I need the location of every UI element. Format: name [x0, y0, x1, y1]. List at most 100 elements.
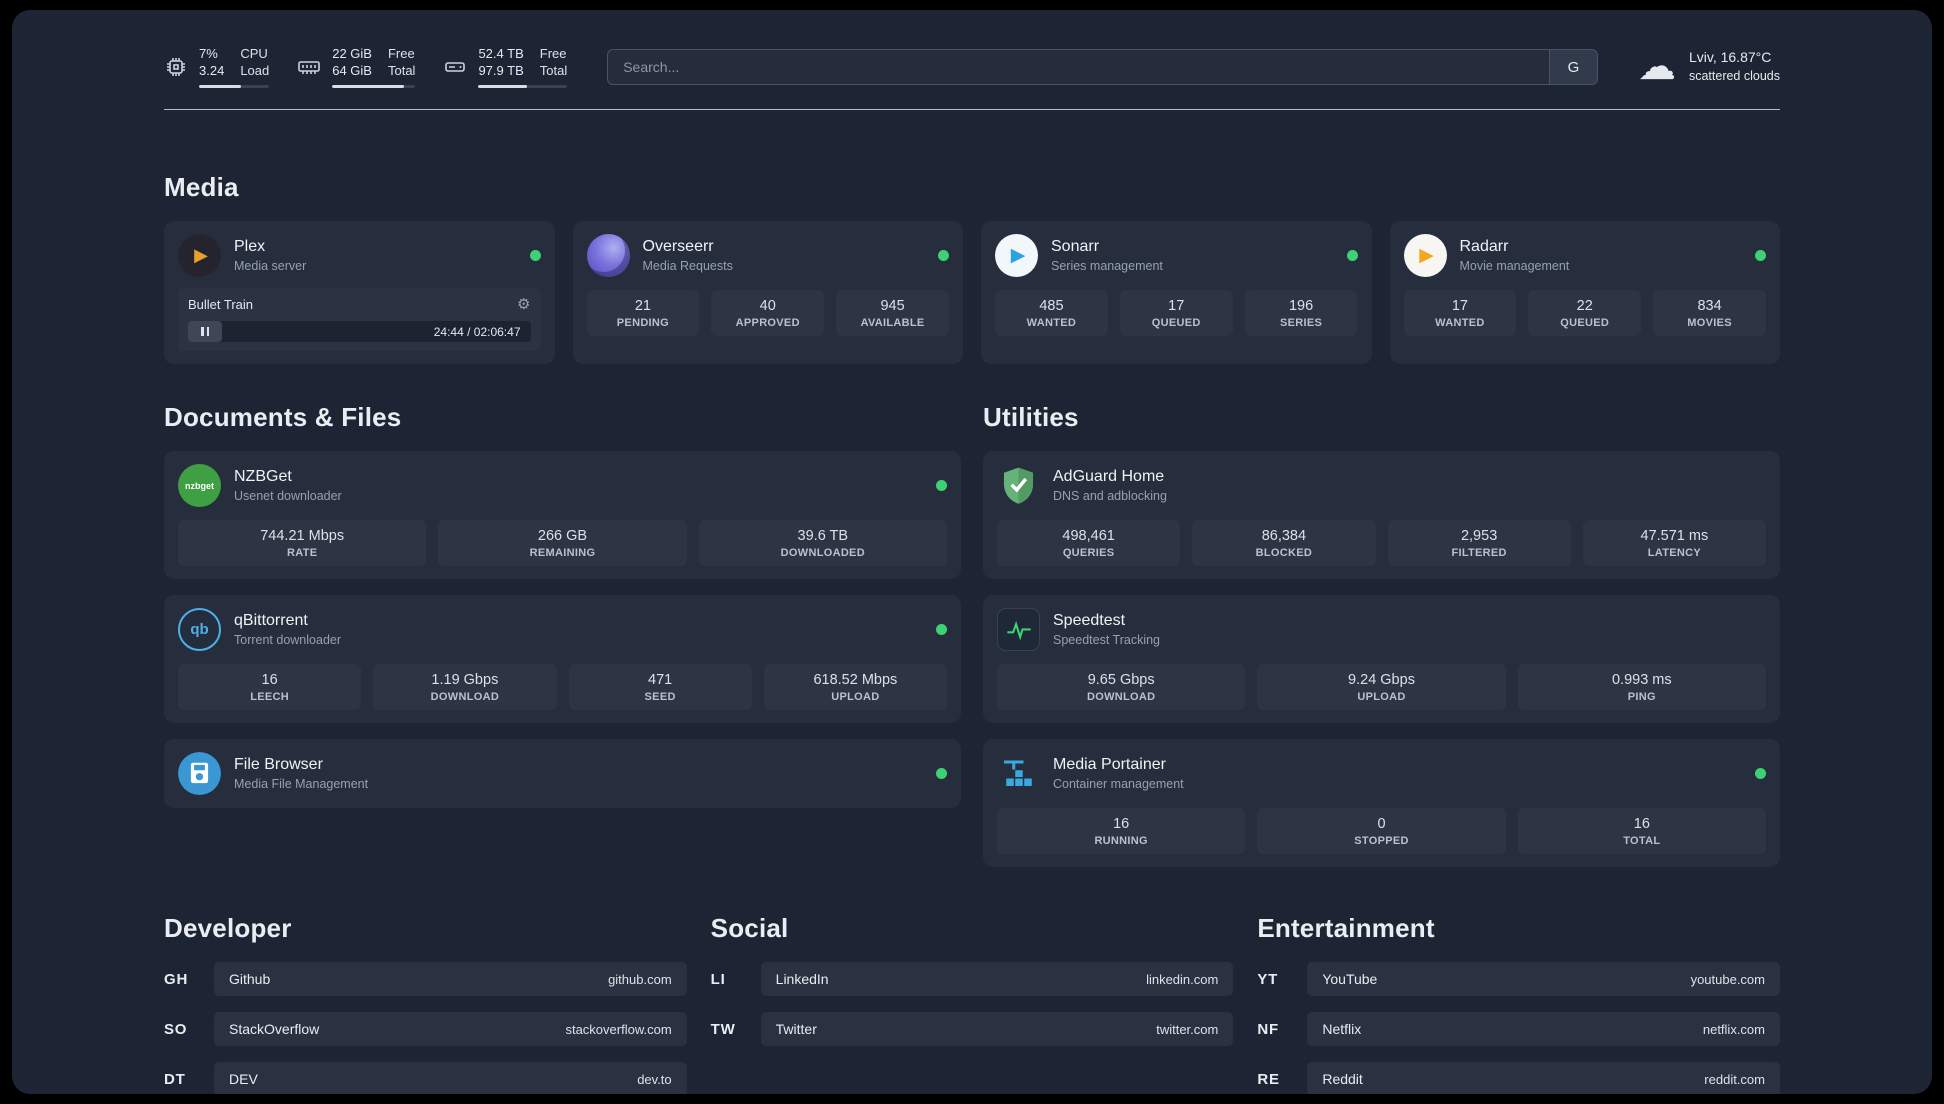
app-card-plex[interactable]: ▶ Plex Media server Bullet Train ⚙ 24:44… [164, 221, 555, 364]
stat-tile: 485 WANTED [995, 290, 1108, 336]
section-title-developer: Developer [164, 913, 292, 943]
bookmark-youtube[interactable]: YT YouTube youtube.com [1257, 962, 1780, 996]
app-name: NZBGet [234, 468, 292, 485]
memory-metric: 22 GiB 64 GiB Free Total [297, 46, 416, 88]
search-engine-button[interactable]: G [1548, 50, 1597, 84]
disk-icon [443, 55, 467, 79]
stat-tile: 618.52 Mbps UPLOAD [763, 664, 947, 710]
app-name: Sonarr [1051, 238, 1100, 255]
app-description: Torrent downloader [234, 633, 342, 647]
app-card-qbittorrent[interactable]: qb qBittorrent Torrent downloader 16 LEE… [164, 595, 961, 723]
bookmark-dev[interactable]: DT DEV dev.to [164, 1062, 687, 1094]
disk-total: 97.9 TB [478, 63, 524, 78]
stat-tile: 22 QUEUED [1528, 290, 1642, 336]
app-name: Radarr [1459, 238, 1509, 255]
speedtest-icon [997, 608, 1040, 651]
now-playing-panel: Bullet Train ⚙ 24:44 / 02:06:47 [178, 288, 541, 351]
filebrowser-icon [178, 752, 221, 795]
app-name: qBittorrent [234, 612, 308, 629]
app-card-nzbget[interactable]: nzbget NZBGet Usenet downloader 744.21 M… [164, 451, 961, 579]
sonarr-icon: ▶ [995, 234, 1038, 277]
app-card-speedtest[interactable]: Speedtest Speedtest Tracking 9.65 Gbps D… [983, 595, 1780, 723]
bookmark-linkedin[interactable]: LI LinkedIn linkedin.com [711, 962, 1234, 996]
app-name: Plex [234, 238, 266, 255]
app-description: Usenet downloader [234, 489, 342, 503]
disk-total-label: Total [539, 63, 568, 78]
status-dot [936, 768, 947, 779]
app-description: Container management [1053, 777, 1184, 791]
status-dot [529, 250, 541, 261]
app-description: Series management [1051, 259, 1163, 273]
app-card-filebrowser[interactable]: File Browser Media File Management [164, 739, 961, 808]
app-name: AdGuard Home [1053, 468, 1165, 485]
stat-tile: 9.65 Gbps DOWNLOAD [997, 664, 1246, 710]
stat-tile: 17 QUEUED [1119, 290, 1233, 336]
memory-free: 22 GiB [332, 46, 372, 62]
app-description: Movie management [1459, 259, 1570, 273]
plex-icon: ▶ [178, 234, 221, 277]
app-card-radarr[interactable]: ▶ Radarr Movie management 17 WANTED 22 Q… [1389, 221, 1780, 364]
bookmark-twitter[interactable]: TW Twitter twitter.com [711, 1012, 1234, 1046]
memory-total: 64 GiB [332, 63, 372, 78]
app-name: Media Portainer [1053, 756, 1166, 773]
gear-icon[interactable]: ⚙ [517, 295, 530, 313]
disk-free: 52.4 TB [478, 46, 524, 62]
stat-tile: 1.19 Gbps DOWNLOAD [373, 664, 557, 710]
app-card-portainer[interactable]: Media Portainer Container management 16 … [983, 739, 1780, 867]
stat-tile: 21 PENDING [586, 290, 700, 336]
bookmark-stackoverflow[interactable]: SO StackOverflow stackoverflow.com [164, 1012, 687, 1046]
app-card-overseerr[interactable]: Overseerr Media Requests 21 PENDING 40 A… [572, 221, 963, 364]
section-title-social: Social [710, 913, 789, 943]
stat-tile: 0.993 ms PING [1517, 664, 1766, 710]
section-title-utilities: Utilities [983, 402, 1079, 432]
playback-progress-bar[interactable]: 24:44 / 02:06:47 [188, 321, 531, 342]
stat-tile: 196 SERIES [1244, 290, 1358, 336]
stat-tile: 17 WANTED [1403, 290, 1517, 336]
cpu-load: 3.24 [199, 63, 225, 78]
status-dot [938, 250, 949, 261]
stat-tile: 834 MOVIES [1653, 290, 1766, 336]
cloud-icon: ☁ [1637, 46, 1676, 88]
cpu-usage: 7% [199, 46, 218, 62]
app-name: Overseerr [642, 238, 714, 255]
disk-free-label: Free [539, 46, 567, 62]
status-dot [1346, 250, 1358, 261]
system-metrics: 7% 3.24 CPU Load 22 GiB 64 GiB Free Tota… [164, 46, 568, 88]
dashboard-page: 7% 3.24 CPU Load 22 GiB 64 GiB Free Tota… [12, 10, 1932, 1094]
pause-icon[interactable] [201, 327, 210, 336]
app-card-adguard[interactable]: AdGuard Home DNS and adblocking 498,461 … [983, 451, 1780, 579]
section-title-entertainment: Entertainment [1257, 913, 1435, 943]
app-description: Speedtest Tracking [1053, 633, 1161, 647]
stat-tile: 86,384 BLOCKED [1192, 520, 1376, 566]
status-dot [1755, 250, 1766, 261]
cpu-metric: 7% 3.24 CPU Load [164, 46, 270, 88]
weather-widget[interactable]: ☁ Lviv, 16.87°C scattered clouds [1638, 48, 1780, 86]
stat-tile: 16 TOTAL [1517, 808, 1766, 854]
section-title-documents: Documents & Files [164, 402, 402, 432]
disk-progress-bar [478, 84, 568, 88]
status-dot [936, 624, 947, 635]
memory-free-label: Free [387, 46, 415, 62]
stat-tile: 498,461 QUERIES [997, 520, 1181, 566]
cpu-sublabel: Load [240, 63, 270, 78]
now-playing-title: Bullet Train [188, 296, 254, 312]
weather-location: Lviv, 16.87°C [1688, 49, 1772, 66]
bookmark-netflix[interactable]: NF Netflix netflix.com [1257, 1012, 1780, 1046]
bookmark-reddit[interactable]: RE Reddit reddit.com [1257, 1062, 1780, 1094]
nzbget-icon: nzbget [178, 464, 221, 507]
app-card-sonarr[interactable]: ▶ Sonarr Series management 485 WANTED 17… [981, 221, 1372, 364]
stat-tile: 39.6 TB DOWNLOADED [698, 520, 947, 566]
weather-condition: scattered clouds [1688, 69, 1780, 84]
bookmark-github[interactable]: GH Github github.com [164, 962, 687, 996]
stat-tile: 16 RUNNING [997, 808, 1246, 854]
stat-tile: 47.571 ms LATENCY [1582, 520, 1766, 566]
stat-tile: 2,953 FILTERED [1387, 520, 1571, 566]
memory-icon [297, 55, 321, 79]
search-bar: G [607, 49, 1598, 85]
status-dot [1755, 768, 1766, 779]
search-input[interactable] [608, 50, 1549, 84]
stat-tile: 9.24 Gbps UPLOAD [1257, 664, 1506, 710]
app-name: Speedtest [1053, 612, 1126, 629]
cpu-label: CPU [240, 46, 268, 62]
stat-tile: 471 SEED [568, 664, 752, 710]
